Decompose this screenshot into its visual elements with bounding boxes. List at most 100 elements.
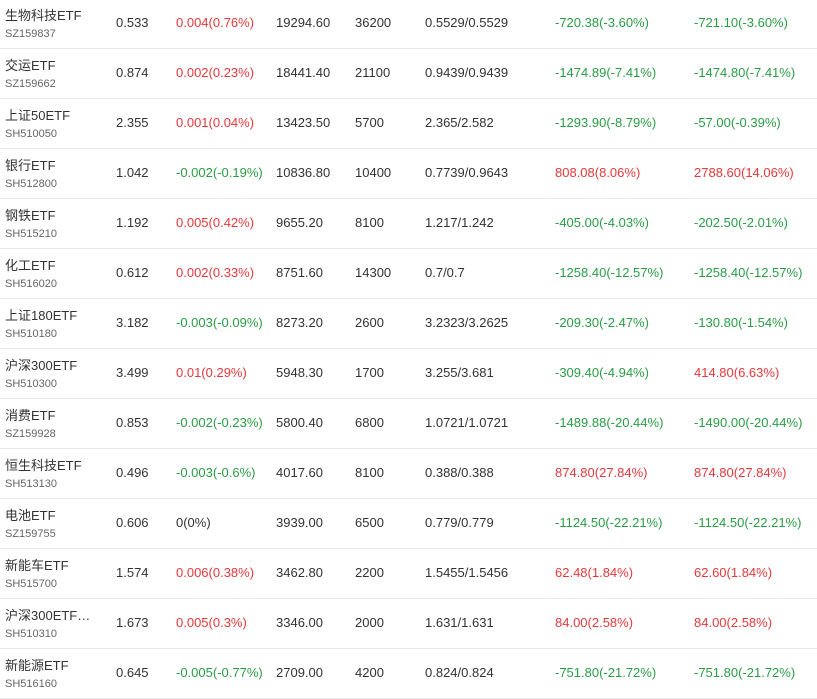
cost-cell: 0.9439/0.9439 <box>425 65 509 80</box>
shares-cell: 5700 <box>355 115 384 130</box>
cost-cell: 1.0721/1.0721 <box>425 415 509 430</box>
position-pnl-cell: -1293.90(-8.79%) <box>555 115 657 130</box>
position-pnl-cell: -751.80(-21.72%) <box>555 665 657 680</box>
position-pnl-cell: -1474.89(-7.41%) <box>555 65 657 80</box>
total-pnl-cell: -1474.80(-7.41%) <box>694 65 796 80</box>
total-pnl-cell: 62.60(1.84%) <box>694 565 773 580</box>
shares-cell: 4200 <box>355 665 384 680</box>
shares-cell: 1700 <box>355 365 384 380</box>
fund-name-cell: 恒生科技ETF SH513130 <box>5 458 105 491</box>
change-cell: 0.002(0.33%) <box>176 265 255 280</box>
total-pnl-cell: -57.00(-0.39%) <box>694 115 781 130</box>
change-cell: 0.004(0.76%) <box>176 15 255 30</box>
table-row[interactable]: 新能车ETF SH515700 1.574 0.006(0.38%) 3462.80 22… <box>0 549 817 599</box>
table-row[interactable]: 银行ETF SH512800 1.042 -0.002(-0.19%) 10836.80… <box>0 149 817 199</box>
change-cell: 0.005(0.3%) <box>176 615 247 630</box>
position-pnl-cell: -1489.88(-20.44%) <box>555 415 664 430</box>
fund-name: 钢铁ETF <box>5 208 56 223</box>
shares-cell: 6800 <box>355 415 384 430</box>
cost-cell: 0.7739/0.9643 <box>425 165 509 180</box>
table-row[interactable]: 新能源ETF SH516160 0.645 -0.005(-0.77%) 2709.00… <box>0 649 817 699</box>
price-cell: 0.606 <box>116 515 149 530</box>
table-row[interactable]: 沪深300ETF SH510300 3.499 0.01(0.29%) 5948.30 1… <box>0 349 817 399</box>
fund-name-cell: 上证50ETF SH510050 <box>5 108 105 141</box>
change-cell: -0.005(-0.77%) <box>176 665 263 680</box>
table-row[interactable]: 恒生科技ETF SH513130 0.496 -0.003(-0.6%) 4017.60… <box>0 449 817 499</box>
cost-cell: 0.779/0.779 <box>425 515 494 530</box>
fund-name-cell: 钢铁ETF SH515210 <box>5 208 105 241</box>
shares-cell: 2600 <box>355 315 384 330</box>
change-cell: -0.002(-0.23%) <box>176 415 263 430</box>
table-row[interactable]: 上证50ETF SH510050 2.355 0.001(0.04%) 13423.50… <box>0 99 817 149</box>
fund-code: SZ159928 <box>5 428 56 440</box>
table-row[interactable]: 交运ETF SZ159662 0.874 0.002(0.23%) 18441.40 21… <box>0 49 817 99</box>
fund-code: SH516160 <box>5 678 57 690</box>
total-pnl-cell: -1124.50(-22.21%) <box>694 515 802 530</box>
shares-cell: 10400 <box>355 165 392 180</box>
cost-cell: 1.217/1.242 <box>425 215 494 230</box>
change-cell: 0.01(0.29%) <box>176 365 247 380</box>
table-row[interactable]: 化工ETF SH516020 0.612 0.002(0.33%) 8751.60 143… <box>0 249 817 299</box>
price-cell: 0.496 <box>116 465 149 480</box>
fund-name: 沪深300ETF <box>5 358 78 373</box>
total-pnl-cell: 2788.60(14.06%) <box>694 165 794 180</box>
shares-cell: 14300 <box>355 265 392 280</box>
price-cell: 0.874 <box>116 65 149 80</box>
market-value-cell: 8273.20 <box>276 315 323 330</box>
total-pnl-cell: 874.80(27.84%) <box>694 465 787 480</box>
fund-code: SH513130 <box>5 478 57 490</box>
position-pnl-cell: -720.38(-3.60%) <box>555 15 649 30</box>
price-cell: 3.182 <box>116 315 149 330</box>
shares-cell: 2200 <box>355 565 384 580</box>
market-value-cell: 5800.40 <box>276 415 323 430</box>
change-cell: 0.006(0.38%) <box>176 565 255 580</box>
table-row[interactable]: 沪深300ETF… SH510310 1.673 0.005(0.3%) 3346.00… <box>0 599 817 649</box>
change-cell: -0.002(-0.19%) <box>176 165 263 180</box>
cost-cell: 1.5455/1.5456 <box>425 565 509 580</box>
fund-name-cell: 沪深300ETF SH510300 <box>5 358 105 391</box>
fund-code: SH515700 <box>5 578 57 590</box>
table-row[interactable]: 钢铁ETF SH515210 1.192 0.005(0.42%) 9655.20 810… <box>0 199 817 249</box>
change-cell: 0.001(0.04%) <box>176 115 255 130</box>
fund-name: 沪深300ETF… <box>5 608 91 623</box>
total-pnl-cell: 84.00(2.58%) <box>694 615 773 630</box>
market-value-cell: 5948.30 <box>276 365 323 380</box>
fund-name: 上证180ETF <box>5 308 78 323</box>
table-row[interactable]: 电池ETF SZ159755 0.606 0(0%) 3939.00 6500 0.779/… <box>0 499 817 549</box>
fund-name: 上证50ETF <box>5 108 71 123</box>
fund-code: SH510310 <box>5 628 57 640</box>
price-cell: 0.533 <box>116 15 149 30</box>
total-pnl-cell: -130.80(-1.54%) <box>694 315 788 330</box>
position-pnl-cell: -405.00(-4.03%) <box>555 215 649 230</box>
fund-name: 消费ETF <box>5 408 56 423</box>
fund-name-cell: 生物科技ETF SZ159837 <box>5 8 105 41</box>
fund-code: SZ159755 <box>5 528 56 540</box>
price-cell: 3.499 <box>116 365 149 380</box>
fund-code: SH516020 <box>5 278 57 290</box>
cost-cell: 2.365/2.582 <box>425 115 494 130</box>
total-pnl-cell: -1258.40(-12.57%) <box>694 265 803 280</box>
price-cell: 1.673 <box>116 615 149 630</box>
position-pnl-cell: -1124.50(-22.21%) <box>555 515 663 530</box>
cost-cell: 0.7/0.7 <box>425 265 465 280</box>
market-value-cell: 19294.60 <box>276 15 331 30</box>
market-value-cell: 3462.80 <box>276 565 323 580</box>
change-cell: 0(0%) <box>176 515 211 530</box>
position-pnl-cell: 874.80(27.84%) <box>555 465 648 480</box>
market-value-cell: 2709.00 <box>276 665 323 680</box>
fund-name: 交运ETF <box>5 58 56 73</box>
cost-cell: 3.2323/3.2625 <box>425 315 509 330</box>
position-pnl-cell: 84.00(2.58%) <box>555 615 634 630</box>
fund-name-cell: 银行ETF SH512800 <box>5 158 105 191</box>
fund-code: SZ159662 <box>5 78 56 90</box>
table-row[interactable]: 生物科技ETF SZ159837 0.533 0.004(0.76%) 19294.60… <box>0 0 817 49</box>
change-cell: -0.003(-0.6%) <box>176 465 256 480</box>
holdings-table: 生物科技ETF SZ159837 0.533 0.004(0.76%) 19294.60… <box>0 0 817 699</box>
market-value-cell: 4017.60 <box>276 465 323 480</box>
shares-cell: 2000 <box>355 615 384 630</box>
market-value-cell: 18441.40 <box>276 65 331 80</box>
table-row[interactable]: 消费ETF SZ159928 0.853 -0.002(-0.23%) 5800.40 6… <box>0 399 817 449</box>
table-row[interactable]: 上证180ETF SH510180 3.182 -0.003(-0.09%) 8273.… <box>0 299 817 349</box>
total-pnl-cell: -751.80(-21.72%) <box>694 665 796 680</box>
price-cell: 2.355 <box>116 115 149 130</box>
